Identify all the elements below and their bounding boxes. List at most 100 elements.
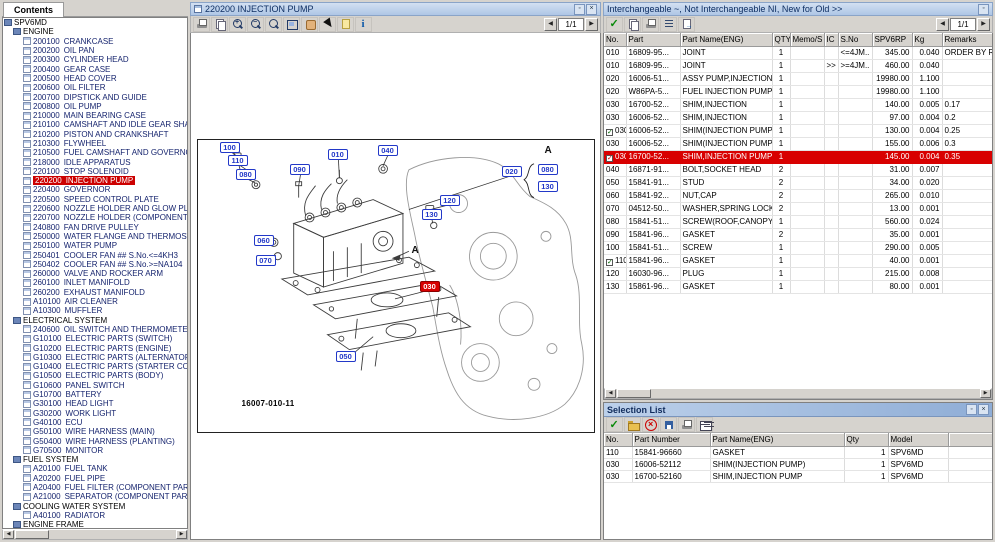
tree-item-A20200[interactable]: A20200 FUEL PIPE — [3, 474, 187, 483]
parts-row[interactable]: 08015841-51...SCREW(ROOF,CANOPY)1560.000… — [604, 215, 993, 228]
tree-item-G50400[interactable]: G50400 WIRE HARNESS (PLANTING) — [3, 436, 187, 445]
grid-button[interactable] — [696, 417, 713, 432]
parts-row[interactable]: 03016006-52...SHIM(INJECTION PUMP)1155.0… — [604, 137, 993, 150]
delete-button[interactable] — [642, 417, 659, 432]
callout-050[interactable]: 050 — [336, 351, 356, 362]
row-checkbox[interactable]: ✓ — [606, 259, 613, 266]
parts-row[interactable]: 020W86PA-5...FUEL INJECTION PUMP119980.0… — [604, 85, 993, 98]
copy-button[interactable] — [211, 17, 228, 32]
print-button[interactable] — [193, 17, 210, 32]
callout-080[interactable]: 080 — [538, 164, 558, 175]
column-header[interactable]: Model — [888, 433, 948, 446]
tree-item-200300[interactable]: 200300 CYLINDER HEAD — [3, 55, 187, 64]
parts-row[interactable]: 04016871-91...BOLT,SOCKET HEAD231.000.00… — [604, 163, 993, 176]
next-page-button[interactable]: ▶ — [585, 18, 598, 31]
tree-item-260200[interactable]: 260200 EXHAUST MANIFOLD — [3, 288, 187, 297]
callout-130[interactable]: 130 — [422, 209, 442, 220]
next-page-button[interactable]: ▶ — [977, 18, 990, 31]
parts-row[interactable]: 01016809-95...JOINT1>>>=4JM..460.000.040 — [604, 59, 993, 72]
parts-row[interactable]: 12016030-96...PLUG1215.000.008 — [604, 267, 993, 280]
tree-item-240600[interactable]: 240600 OIL SWITCH AND THERMOMETER — [3, 325, 187, 334]
tree-item-240800[interactable]: 240800 FAN DRIVE PULLEY — [3, 223, 187, 232]
pin-icon[interactable]: ◦ — [574, 4, 585, 15]
tree-item-A20100[interactable]: A20100 FUEL TANK — [3, 464, 187, 473]
tree-section-fuel-system[interactable]: FUEL SYSTEM — [3, 455, 187, 464]
tree-item-G10200[interactable]: G10200 ELECTRIC PARTS (ENGINE) — [3, 343, 187, 352]
tree-item-220500[interactable]: 220500 SPEED CONTROL PLATE — [3, 195, 187, 204]
tree-item-210100[interactable]: 210100 CAMSHAFT AND IDLE GEAR SHAFT — [3, 120, 187, 129]
prev-page-button[interactable]: ◀ — [936, 18, 949, 31]
callout-130[interactable]: 130 — [538, 181, 558, 192]
tree-section-engine[interactable]: ENGINE — [3, 27, 187, 36]
tree-section-engine-frame[interactable]: ENGINE FRAME — [3, 520, 187, 529]
callout-110[interactable]: 110 — [228, 155, 248, 166]
tree-item-260000[interactable]: 260000 VALVE AND ROCKER ARM — [3, 269, 187, 278]
scroll-thumb[interactable] — [15, 530, 49, 539]
parts-row[interactable]: ✓03016700-52...SHIM,INJECTION PUMP1145.0… — [604, 150, 993, 163]
tree-item-G10700[interactable]: G10700 BATTERY — [3, 390, 187, 399]
tree-item-G40100[interactable]: G40100 ECU — [3, 418, 187, 427]
contents-horizontal-scrollbar[interactable]: ◀ ▶ — [2, 529, 188, 540]
parts-row[interactable]: ✓03016006-52...SHIM(INJECTION PUMP)1130.… — [604, 124, 993, 137]
parts-row[interactable]: 09015841-96...GASKET235.000.001 — [604, 228, 993, 241]
tree-item-220400[interactable]: 220400 GOVERNOR — [3, 185, 187, 194]
parts-horizontal-scrollbar[interactable]: ◀ ▶ — [604, 388, 992, 399]
close-icon[interactable]: × — [586, 4, 597, 15]
tree-item-G10100[interactable]: G10100 ELECTRIC PARTS (SWITCH) — [3, 334, 187, 343]
tree-item-G50100[interactable]: G50100 WIRE HARNESS (MAIN) — [3, 427, 187, 436]
column-header[interactable]: S.No — [838, 33, 872, 46]
column-header[interactable]: QTY — [772, 33, 790, 46]
confirm-button[interactable] — [606, 417, 623, 432]
column-header[interactable]: Part — [626, 33, 680, 46]
tree-section-electrical-system[interactable]: ELECTRICAL SYSTEM — [3, 316, 187, 325]
column-header[interactable]: Kg — [912, 33, 942, 46]
tree-item-220600[interactable]: 220600 NOZZLE HOLDER AND GLOW PLUG — [3, 204, 187, 213]
row-checkbox[interactable]: ✓ — [606, 155, 613, 162]
scroll-right-icon[interactable]: ▶ — [980, 389, 991, 398]
tree-item-200100[interactable]: 200100 CRANKCASE — [3, 37, 187, 46]
tree-item-A21000[interactable]: A21000 SEPARATOR (COMPONENT PAR — [3, 492, 187, 501]
tree-item-G10600[interactable]: G10600 PANEL SWITCH — [3, 381, 187, 390]
column-header[interactable]: Part Name(ENG) — [710, 433, 844, 446]
tree-item-G10300[interactable]: G10300 ELECTRIC PARTS (ALTERNATOR) — [3, 353, 187, 362]
save-button[interactable] — [660, 417, 677, 432]
tree-item-G30100[interactable]: G30100 HEAD LIGHT — [3, 399, 187, 408]
export-button[interactable] — [678, 17, 695, 32]
zoom-in-button[interactable] — [229, 17, 246, 32]
tree-item-G30200[interactable]: G30200 WORK LIGHT — [3, 408, 187, 417]
tree-item-210500[interactable]: 210500 FUEL CAMSHAFT AND GOVERNOR — [3, 148, 187, 157]
tree-item-218000[interactable]: 218000 IDLE APPARATUS — [3, 157, 187, 166]
memo-button[interactable] — [337, 17, 354, 32]
selection-row[interactable]: 03016006-52112SHIM(INJECTION PUMP)1SPV6M… — [604, 458, 992, 470]
tree-item-220700[interactable]: 220700 NOZZLE HOLDER (COMPONENT PARTS) — [3, 213, 187, 222]
column-header[interactable]: IC — [824, 33, 838, 46]
tree-item-260100[interactable]: 260100 INLET MANIFOLD — [3, 278, 187, 287]
tab-contents[interactable]: Contents — [3, 2, 64, 17]
column-header[interactable] — [948, 433, 992, 446]
confirm-button[interactable] — [606, 17, 623, 32]
scroll-left-icon[interactable]: ◀ — [605, 389, 616, 398]
callout-080[interactable]: 080 — [236, 169, 256, 180]
zoom-out-button[interactable] — [247, 17, 264, 32]
column-header[interactable]: Part Number — [632, 433, 710, 446]
tree-item-210000[interactable]: 210000 MAIN BEARING CASE — [3, 111, 187, 120]
tree-item-250401[interactable]: 250401 COOLER FAN ## S.No.<=4KH3 — [3, 250, 187, 259]
tree-item-A20400[interactable]: A20400 FUEL FILTER (COMPONENT PAR — [3, 483, 187, 492]
tree-item-A40100[interactable]: A40100 RADIATOR — [3, 511, 187, 520]
parts-row[interactable]: ✓11015841-96...GASKET140.000.001 — [604, 254, 993, 267]
parts-row[interactable]: 06015841-92...NUT,CAP2265.000.010 — [604, 189, 993, 202]
tree-root[interactable]: SPV6MD — [3, 18, 187, 27]
prev-page-button[interactable]: ◀ — [544, 18, 557, 31]
tree-item-200400[interactable]: 200400 GEAR CASE — [3, 64, 187, 73]
zoom-area-button[interactable] — [265, 17, 282, 32]
tree-item-220200[interactable]: 220200 INJECTION PUMP — [3, 176, 187, 185]
callout-090[interactable]: 090 — [290, 164, 310, 175]
folder-button[interactable] — [624, 417, 641, 432]
pin-icon[interactable]: ◦ — [978, 4, 989, 15]
column-header[interactable]: Part Name(ENG) — [680, 33, 772, 46]
selection-row[interactable]: 11015841-96660GASKET1SPV6MD — [604, 446, 992, 458]
tree-item-200700[interactable]: 200700 DIPSTICK AND GUIDE — [3, 92, 187, 101]
fit-button[interactable] — [283, 17, 300, 32]
column-header[interactable]: No. — [604, 33, 626, 46]
info-button[interactable] — [355, 17, 372, 32]
